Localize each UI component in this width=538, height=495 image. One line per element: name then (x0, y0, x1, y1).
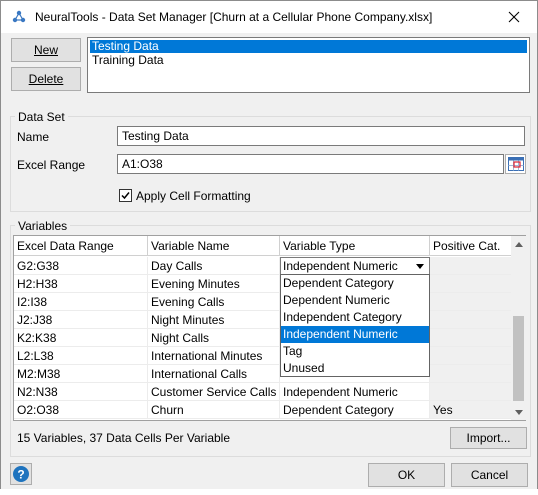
help-button[interactable]: ? (10, 463, 32, 485)
apply-formatting-label: Apply Cell Formatting (136, 189, 251, 203)
dataset-list-item-label: Testing Data (92, 39, 159, 53)
data-set-manager-dialog: NeuralTools - Data Set Manager [Churn at… (0, 0, 538, 495)
dataset-list-item-label: Training Data (92, 53, 164, 67)
range-cell[interactable]: I2:I38 (14, 293, 148, 311)
checkmark-icon (121, 192, 130, 200)
range-select-button[interactable] (505, 154, 526, 174)
delete-button[interactable]: Delete (11, 67, 81, 91)
variable-name-cell[interactable]: Night Calls (148, 329, 280, 347)
scroll-down-button[interactable] (511, 404, 526, 420)
range-cell[interactable]: H2:H38 (14, 275, 148, 293)
scrollbar-thumb[interactable] (513, 316, 524, 401)
help-icon: ? (13, 466, 29, 482)
dropdown-option[interactable]: Dependent Category (281, 275, 429, 292)
dataset-list[interactable]: Testing Data Training Data (87, 37, 530, 93)
positive-cat-cell[interactable] (430, 383, 512, 401)
ok-button-label: OK (397, 468, 416, 482)
name-label: Name (17, 130, 50, 144)
range-cell[interactable]: L2:L38 (14, 347, 148, 365)
new-button-label: New (33, 43, 58, 57)
variables-grid[interactable]: Excel Data Range Variable Name Variable … (13, 235, 526, 421)
positive-cat-cell[interactable]: Yes (430, 401, 512, 419)
column-header[interactable]: Variable Name (148, 236, 280, 256)
variable-name-cell[interactable]: Customer Service Calls (148, 383, 280, 401)
positive-cat-cell[interactable] (430, 329, 512, 347)
range-cell[interactable]: G2:G38 (14, 257, 148, 275)
variable-type-select[interactable]: Independent Numeric (280, 257, 430, 275)
column-header[interactable]: Positive Cat. (430, 236, 512, 256)
dropdown-option[interactable]: Dependent Numeric (281, 292, 429, 309)
dropdown-arrow[interactable] (413, 258, 427, 274)
dropdown-option[interactable]: Unused (281, 360, 429, 377)
ok-button[interactable]: OK (368, 463, 445, 487)
variable-name-cell[interactable]: International Minutes (148, 347, 280, 365)
close-icon (508, 11, 520, 23)
neuraltools-app-icon (12, 10, 26, 23)
dataset-list-item[interactable]: Training Data (90, 54, 527, 67)
range-cell[interactable]: K2:K38 (14, 329, 148, 347)
new-button[interactable]: New (11, 38, 81, 62)
variable-name-cell[interactable]: Churn (148, 401, 280, 419)
data-set-group-label: Data Set (15, 110, 68, 124)
variable-type-cell[interactable]: Independent Numeric (280, 383, 430, 401)
positive-cat-cell[interactable] (430, 311, 512, 329)
range-cell[interactable]: N2:N38 (14, 383, 148, 401)
delete-button-label: Delete (28, 72, 64, 86)
variable-name-cell[interactable]: Evening Minutes (148, 275, 280, 293)
import-button-label: Import... (466, 431, 511, 445)
range-cell[interactable]: O2:O38 (14, 401, 148, 419)
close-button[interactable] (491, 1, 537, 33)
title-bar: NeuralTools - Data Set Manager [Churn at… (1, 1, 537, 33)
excel-range-label: Excel Range (17, 158, 86, 172)
name-field[interactable]: Testing Data (117, 126, 525, 146)
background-spreadsheet-strip (0, 489, 538, 495)
variables-status-text: 15 Variables, 37 Data Cells Per Variable (17, 431, 230, 445)
svg-text:?: ? (17, 468, 24, 482)
dropdown-option-selected[interactable]: Independent Numeric (281, 326, 429, 343)
variable-type-select-value: Independent Numeric (283, 259, 398, 273)
range-cell[interactable]: M2:M38 (14, 365, 148, 383)
positive-cat-cell[interactable] (430, 293, 512, 311)
variables-group-label: Variables (15, 219, 71, 233)
dataset-list-item[interactable]: Testing Data (90, 40, 527, 53)
import-button[interactable]: Import... (450, 427, 527, 449)
dropdown-option[interactable]: Independent Category (281, 309, 429, 326)
positive-cat-cell[interactable] (430, 275, 512, 293)
dropdown-option[interactable]: Tag (281, 343, 429, 360)
variable-name-cell[interactable]: International Calls (148, 365, 280, 383)
column-header[interactable]: Variable Type (280, 236, 430, 256)
vertical-scrollbar[interactable] (511, 236, 526, 420)
range-cell[interactable]: J2:J38 (14, 311, 148, 329)
variable-type-cell[interactable]: Dependent Category (280, 401, 430, 419)
apply-formatting-checkbox[interactable] (119, 189, 132, 202)
chevron-down-icon (514, 409, 523, 415)
column-header[interactable]: Excel Data Range (14, 236, 148, 256)
variable-name-cell[interactable]: Night Minutes (148, 311, 280, 329)
variable-name-cell[interactable]: Evening Calls (148, 293, 280, 311)
variable-type-dropdown[interactable]: Dependent Category Dependent Numeric Ind… (280, 274, 430, 377)
variable-name-cell[interactable]: Day Calls (148, 257, 280, 275)
positive-cat-cell[interactable] (430, 257, 512, 275)
chevron-down-icon (416, 263, 424, 269)
excel-range-field-value: A1:O38 (122, 157, 163, 171)
chevron-up-icon (514, 241, 523, 247)
cancel-button[interactable]: Cancel (451, 463, 528, 487)
cancel-button-label: Cancel (470, 468, 509, 482)
positive-cat-cell[interactable] (430, 347, 512, 365)
window-title: NeuralTools - Data Set Manager [Churn at… (35, 10, 433, 24)
name-field-value: Testing Data (122, 129, 189, 143)
positive-cat-cell[interactable] (430, 365, 512, 383)
range-picker-icon (507, 157, 524, 171)
excel-range-field[interactable]: A1:O38 (117, 154, 504, 174)
scroll-up-button[interactable] (511, 236, 526, 252)
